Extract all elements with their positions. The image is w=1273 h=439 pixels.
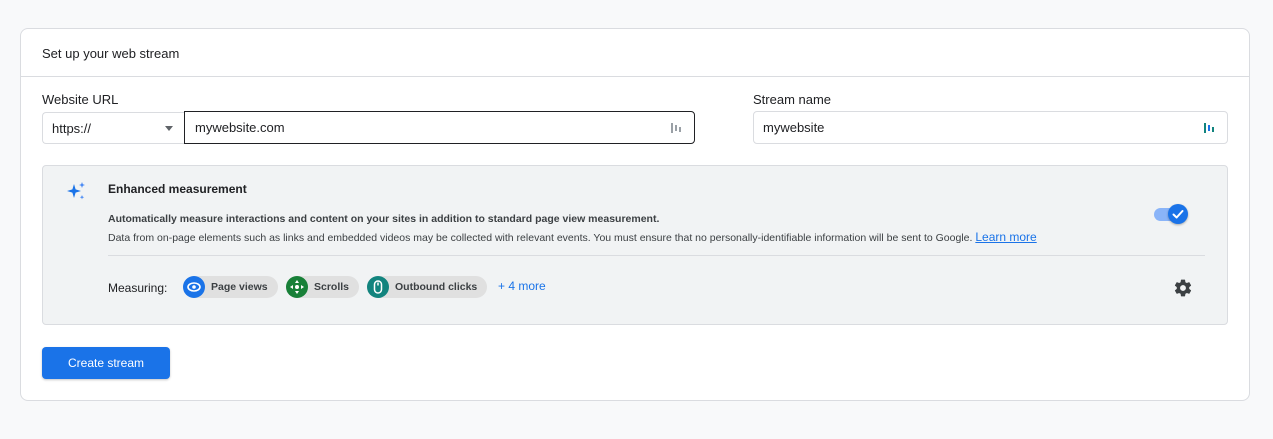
eye-icon (183, 276, 205, 298)
autofill-icon (671, 123, 681, 133)
enhanced-measurement-title: Enhanced measurement (108, 182, 247, 196)
chip-label: Page views (211, 281, 268, 293)
toggle-knob (1168, 204, 1188, 224)
disclaimer-text: Data from on-page elements such as links… (108, 232, 973, 244)
chip-label: Outbound clicks (395, 281, 478, 293)
dropdown-caret-icon (165, 126, 173, 131)
enhanced-measurement-panel: Enhanced measurement Automatically measu… (42, 165, 1228, 325)
card-title: Set up your web stream (21, 29, 1249, 77)
website-url-input[interactable]: mywebsite.com (184, 111, 695, 144)
chip-scrolls[interactable]: Scrolls (286, 276, 360, 298)
stream-name-input[interactable]: mywebsite (753, 111, 1228, 144)
protocol-value: https:// (52, 121, 92, 136)
scroll-arrows-icon (286, 276, 308, 298)
enhanced-measurement-summary: Automatically measure interactions and c… (108, 213, 660, 225)
stream-name-label: Stream name (753, 92, 832, 107)
mouse-icon (367, 276, 389, 298)
website-url-value: mywebsite.com (195, 120, 285, 135)
enhanced-measurement-disclaimer: Data from on-page elements such as links… (108, 230, 1037, 244)
stream-name-value: mywebsite (763, 120, 825, 135)
create-stream-button[interactable]: Create stream (42, 347, 170, 379)
checkmark-icon (1172, 210, 1184, 219)
enhanced-measurement-toggle[interactable] (1154, 204, 1188, 224)
protocol-select[interactable]: https:// (42, 112, 185, 144)
website-url-label: Website URL (42, 92, 119, 107)
chip-page-views[interactable]: Page views (183, 276, 278, 298)
sparkle-icon (67, 182, 85, 200)
chip-label: Scrolls (314, 281, 350, 293)
measuring-label: Measuring: (108, 281, 168, 295)
gear-icon[interactable] (1173, 278, 1193, 298)
web-stream-card: Set up your web stream Website URL Strea… (20, 28, 1250, 401)
autofill-icon (1204, 123, 1214, 133)
chip-outbound-clicks[interactable]: Outbound clicks (367, 276, 488, 298)
more-measurements-link[interactable]: + 4 more (498, 279, 546, 293)
divider (108, 255, 1205, 256)
learn-more-link[interactable]: Learn more (975, 230, 1036, 244)
